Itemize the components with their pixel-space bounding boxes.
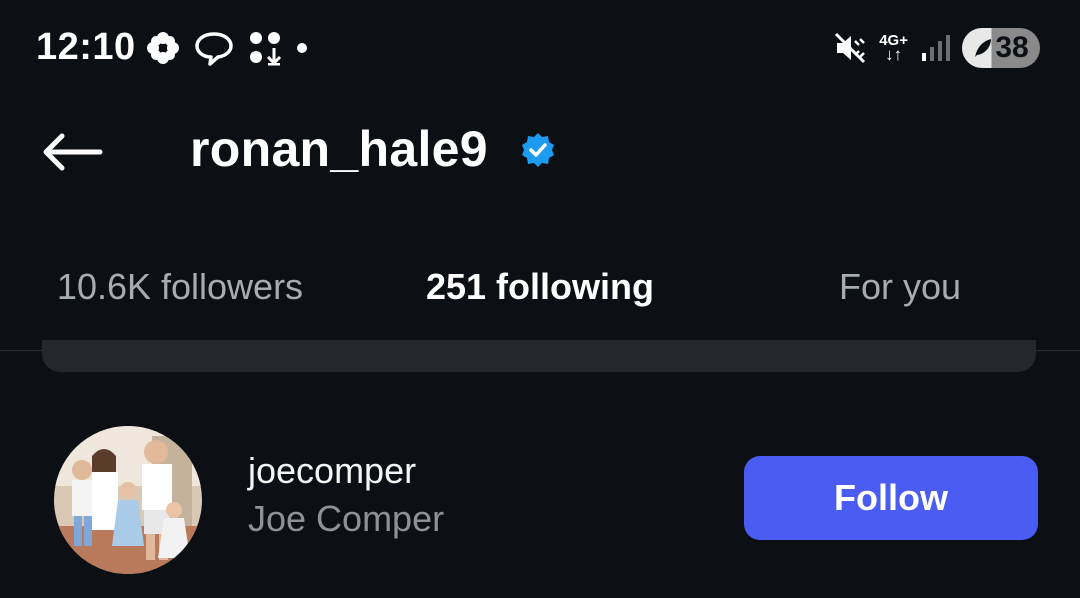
vibrate-mute-icon bbox=[835, 32, 866, 64]
download-dots-icon bbox=[250, 32, 282, 66]
leaf-icon bbox=[975, 39, 992, 57]
signal-icon bbox=[922, 35, 950, 61]
profile-name: ronan_hale9 bbox=[190, 121, 488, 177]
system-icons: 4G+ ↓↑ 38 bbox=[833, 26, 1040, 70]
tab-for-you[interactable]: For you bbox=[720, 250, 1080, 347]
tab-following[interactable]: 251 following bbox=[360, 250, 720, 347]
list-item[interactable]: joecomper Joe Comper Follow bbox=[0, 420, 1080, 580]
network-4g-icon: 4G+ ↓↑ bbox=[879, 32, 908, 64]
username[interactable]: joecomper bbox=[248, 450, 416, 492]
tab-followers[interactable]: 10.6K followers bbox=[0, 250, 360, 347]
notification-icons bbox=[146, 30, 308, 66]
verified-badge-icon bbox=[522, 133, 554, 167]
search-bar-edge[interactable] bbox=[42, 340, 1036, 372]
full-name: Joe Comper bbox=[248, 498, 445, 539]
status-bar: 12:10 4G+ ↓↑ 38 bbox=[0, 0, 1080, 96]
arrow-left-icon bbox=[43, 133, 103, 171]
status-time: 12:10 bbox=[36, 26, 136, 68]
battery-level: 38 bbox=[995, 31, 1029, 64]
dot-icon bbox=[297, 43, 307, 53]
family-photo-image bbox=[54, 426, 202, 574]
flower-icon bbox=[147, 32, 179, 64]
follow-button[interactable]: Follow bbox=[744, 456, 1038, 540]
battery-indicator: 38 bbox=[962, 28, 1040, 68]
avatar[interactable] bbox=[54, 426, 202, 574]
profile-header: ronan_hale9 bbox=[0, 96, 1080, 206]
back-button[interactable] bbox=[40, 132, 106, 172]
follow-tabs: 10.6K followers 251 following For you bbox=[0, 250, 1080, 351]
chat-bubble-icon bbox=[195, 32, 233, 66]
